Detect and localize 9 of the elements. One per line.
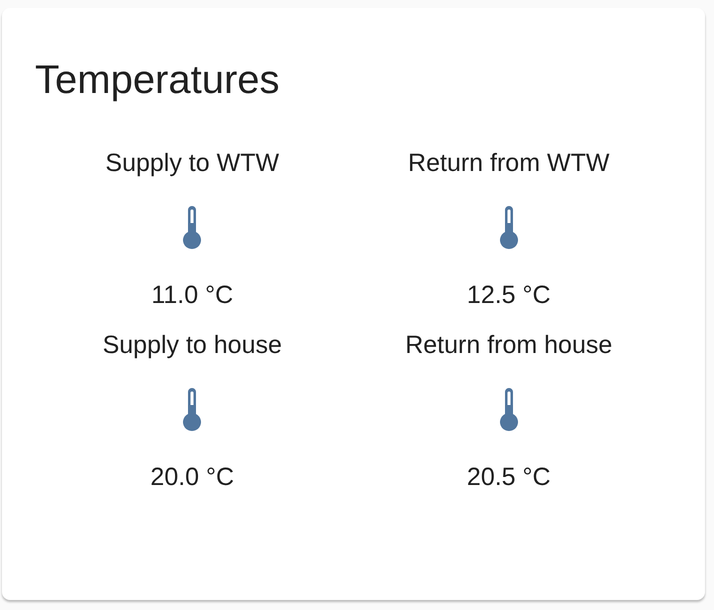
temperature-value: 11.0 °C	[151, 280, 234, 310]
sensor-name: Return from house	[405, 330, 612, 360]
sensor-name: Supply to WTW	[105, 148, 280, 178]
sensor-name: Supply to house	[102, 330, 282, 360]
sensor-name: Return from WTW	[408, 148, 610, 178]
temperature-value: 12.5 °C	[466, 280, 551, 310]
temperature-value: 20.0 °C	[150, 462, 234, 492]
card-title: Temperatures	[35, 57, 280, 104]
temperature-value: 20.5 °C	[466, 462, 551, 492]
